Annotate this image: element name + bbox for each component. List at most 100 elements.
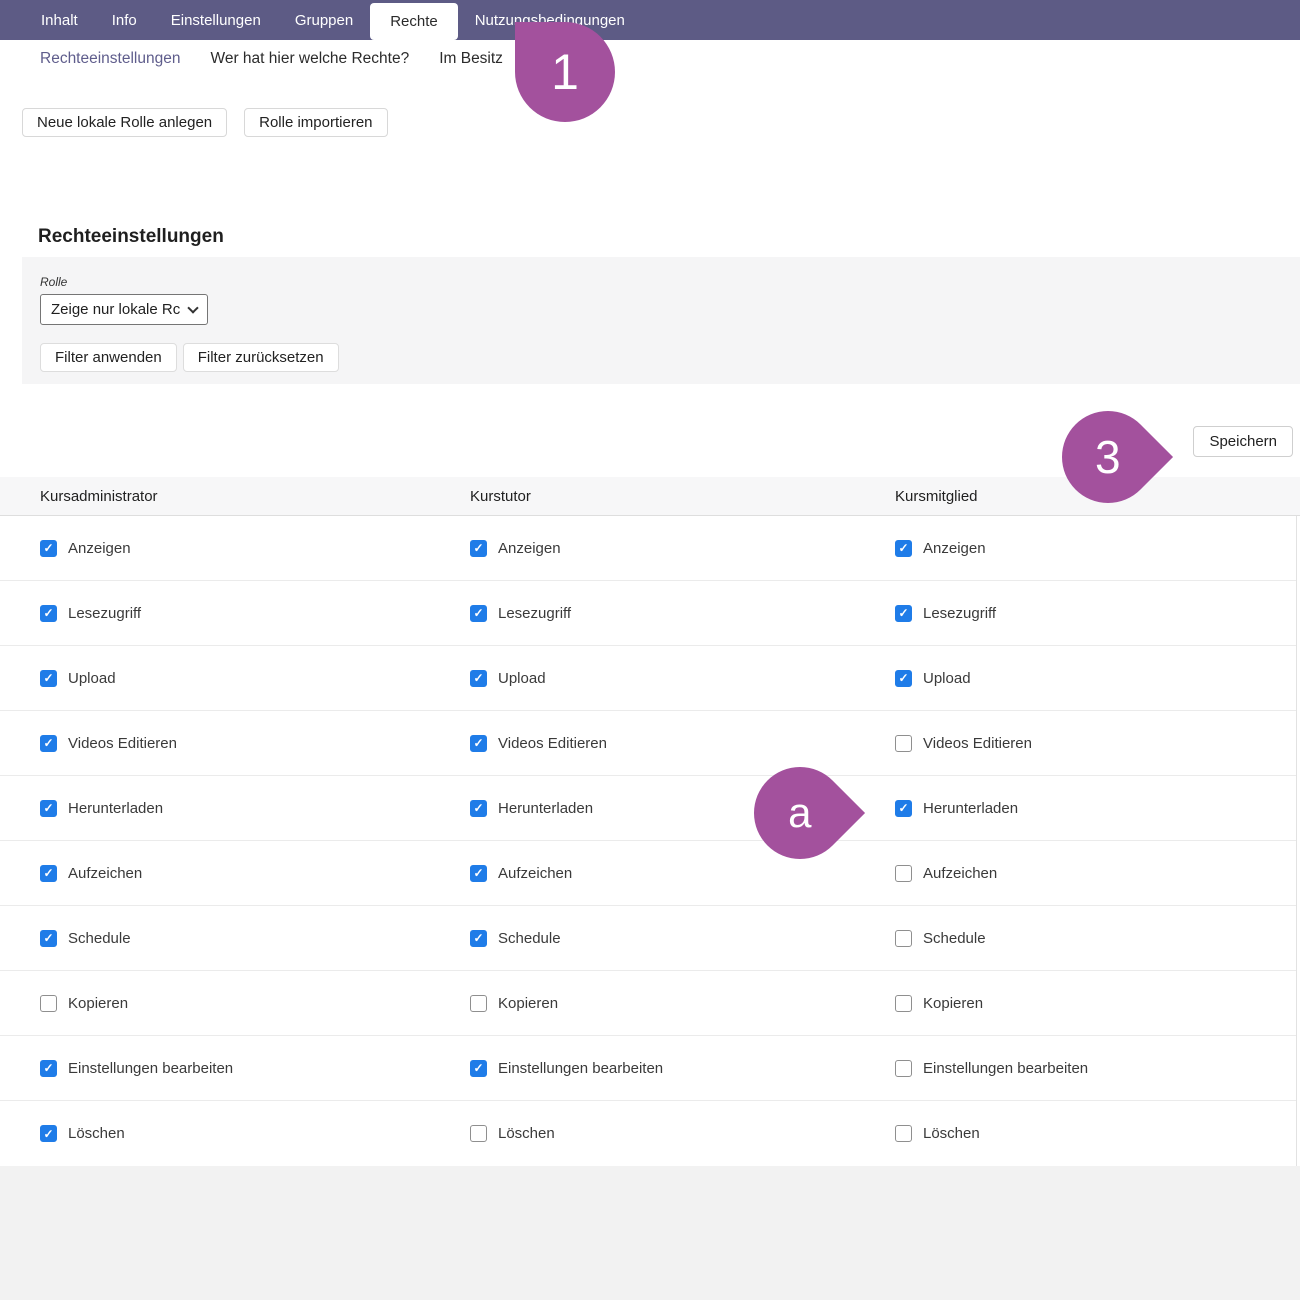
tab-einstellungen[interactable]: Einstellungen <box>154 3 278 38</box>
permission-label: Kopieren <box>68 995 128 1012</box>
filter-reset-button[interactable]: Filter zurücksetzen <box>183 343 339 372</box>
checkbox-checked[interactable]: ✓ <box>470 1060 487 1077</box>
checkbox-checked[interactable]: ✓ <box>470 670 487 687</box>
permission-cell: Aufzeichen <box>895 865 1296 882</box>
permission-row: ✓Einstellungen bearbeiten✓Einstellungen … <box>0 1036 1296 1101</box>
permission-label: Herunterladen <box>923 800 1018 817</box>
checkbox-checked[interactable]: ✓ <box>40 930 57 947</box>
permission-label: Upload <box>68 670 116 687</box>
subnav-item[interactable]: Rechteeinstellungen <box>40 50 180 68</box>
permission-cell: Schedule <box>895 930 1296 947</box>
checkbox-unchecked[interactable] <box>895 995 912 1012</box>
page-title: Rechteeinstellungen <box>38 226 1300 248</box>
checkbox-checked[interactable]: ✓ <box>40 800 57 817</box>
checkbox-checked[interactable]: ✓ <box>40 735 57 752</box>
checkbox-unchecked[interactable] <box>895 1125 912 1142</box>
permission-row: Kopieren Kopieren Kopieren <box>0 971 1296 1036</box>
checkbox-checked[interactable]: ✓ <box>470 605 487 622</box>
tab-info[interactable]: Info <box>95 3 154 38</box>
checkmark-icon: ✓ <box>473 932 483 944</box>
permission-cell: ✓ Lesezugriff <box>470 605 895 622</box>
checkbox-unchecked[interactable] <box>895 865 912 882</box>
annotation-step-3-label: 3 <box>1095 430 1121 484</box>
checkmark-icon: ✓ <box>43 867 53 879</box>
checkmark-icon: ✓ <box>898 672 908 684</box>
checkbox-checked[interactable]: ✓ <box>895 540 912 557</box>
checkbox-checked[interactable]: ✓ <box>470 540 487 557</box>
permission-cell: ✓Anzeigen <box>470 540 895 557</box>
tab-inhalt[interactable]: Inhalt <box>24 3 95 38</box>
subnav-item[interactable]: Im Besitz <box>439 50 503 68</box>
permission-cell: ✓ Lesezugriff <box>40 605 470 622</box>
permission-cell: Kopieren <box>40 995 470 1012</box>
permission-label: Kopieren <box>498 995 558 1012</box>
checkmark-icon: ✓ <box>898 607 908 619</box>
checkbox-checked[interactable]: ✓ <box>470 865 487 882</box>
permission-label: Lesezugriff <box>68 605 141 622</box>
permission-row: ✓Anzeigen✓Anzeigen✓Anzeigen <box>0 516 1296 581</box>
role-actions: Neue lokale Rolle anlegen Rolle importie… <box>22 108 1300 137</box>
save-button[interactable]: Speichern <box>1193 426 1293 457</box>
checkbox-unchecked[interactable] <box>895 735 912 752</box>
checkbox-checked[interactable]: ✓ <box>40 1060 57 1077</box>
permission-cell: ✓Aufzeichen <box>40 865 470 882</box>
permission-row: ✓Herunterladen✓Herunterladen✓Herunterlad… <box>0 776 1296 841</box>
filter-apply-button[interactable]: Filter anwenden <box>40 343 177 372</box>
permission-cell: Kopieren <box>470 995 895 1012</box>
role-select[interactable]: Zeige nur lokale Rc <box>40 294 208 325</box>
checkbox-unchecked[interactable] <box>895 1060 912 1077</box>
permission-cell: ✓ Lesezugriff <box>895 605 1296 622</box>
checkbox-checked[interactable]: ✓ <box>40 670 57 687</box>
permission-row: ✓Videos Editieren✓Videos EditierenVideos… <box>0 711 1296 776</box>
filter-panel: Rolle Zeige nur lokale Rc Filter anwende… <box>22 257 1300 384</box>
permission-label: Anzeigen <box>923 540 986 557</box>
permission-label: Löschen <box>68 1125 125 1142</box>
permission-cell: Einstellungen bearbeiten <box>895 1060 1296 1077</box>
tab-rechte[interactable]: Rechte <box>370 3 458 40</box>
checkbox-checked[interactable]: ✓ <box>895 605 912 622</box>
permission-cell: Videos Editieren <box>895 735 1296 752</box>
subnav-item[interactable]: Wer hat hier welche Rechte? <box>210 50 409 68</box>
permission-label: Herunterladen <box>498 800 593 817</box>
checkbox-unchecked[interactable] <box>470 995 487 1012</box>
checkmark-icon: ✓ <box>43 802 53 814</box>
checkmark-icon: ✓ <box>473 542 483 554</box>
permission-label: Upload <box>498 670 546 687</box>
permission-cell: Löschen <box>470 1125 895 1142</box>
checkbox-checked[interactable]: ✓ <box>895 670 912 687</box>
checkbox-checked[interactable]: ✓ <box>40 540 57 557</box>
permission-cell: Kopieren <box>895 995 1296 1012</box>
checkbox-checked[interactable]: ✓ <box>470 800 487 817</box>
checkbox-checked[interactable]: ✓ <box>40 1125 57 1142</box>
permission-cell: ✓Videos Editieren <box>470 735 895 752</box>
checkbox-checked[interactable]: ✓ <box>40 605 57 622</box>
permission-cell: ✓ Löschen <box>40 1125 470 1142</box>
checkbox-unchecked[interactable] <box>470 1125 487 1142</box>
checkbox-unchecked[interactable] <box>895 930 912 947</box>
checkmark-icon: ✓ <box>43 932 53 944</box>
checkmark-icon: ✓ <box>43 1128 53 1140</box>
checkbox-unchecked[interactable] <box>40 995 57 1012</box>
annotation-step-1-label: 1 <box>551 43 579 101</box>
annotation-step-1: 1 <box>515 22 615 122</box>
permission-label: Löschen <box>923 1125 980 1142</box>
permission-label: Lesezugriff <box>498 605 571 622</box>
checkbox-checked[interactable]: ✓ <box>470 735 487 752</box>
checkbox-checked[interactable]: ✓ <box>895 800 912 817</box>
permission-row: ✓Upload✓Upload✓Upload <box>0 646 1296 711</box>
role-filter-label: Rolle <box>40 275 1300 289</box>
new-local-role-button[interactable]: Neue lokale Rolle anlegen <box>22 108 227 137</box>
import-role-button[interactable]: Rolle importieren <box>244 108 387 137</box>
permission-cell: Löschen <box>895 1125 1296 1142</box>
checkbox-checked[interactable]: ✓ <box>40 865 57 882</box>
permission-cell: ✓Schedule <box>40 930 470 947</box>
permission-cell: ✓Herunterladen <box>40 800 470 817</box>
page-footer <box>0 1166 1300 1300</box>
tab-gruppen[interactable]: Gruppen <box>278 3 370 38</box>
permission-label: Lesezugriff <box>923 605 996 622</box>
permission-label: Aufzeichen <box>923 865 997 882</box>
checkbox-checked[interactable]: ✓ <box>470 930 487 947</box>
permission-label: Einstellungen bearbeiten <box>923 1060 1088 1077</box>
checkmark-icon: ✓ <box>473 1062 483 1074</box>
checkmark-icon: ✓ <box>473 737 483 749</box>
